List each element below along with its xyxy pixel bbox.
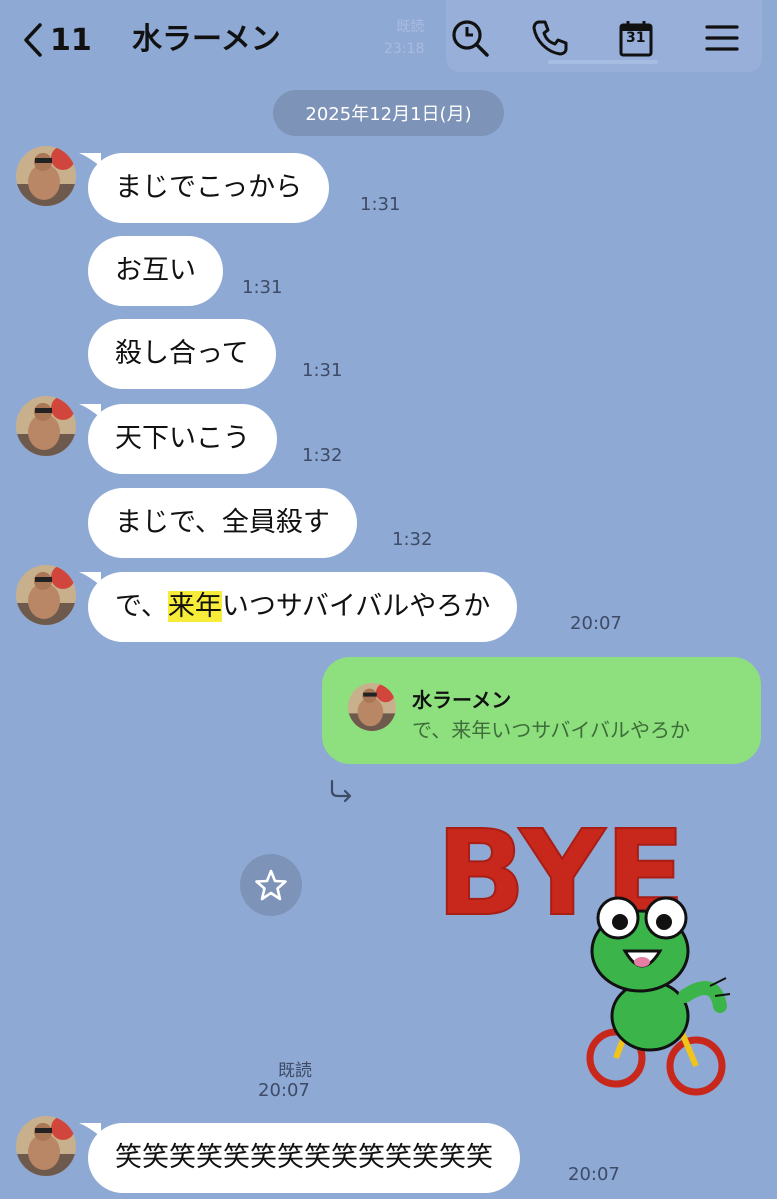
bubble-tail (79, 1123, 101, 1137)
phone-icon (532, 20, 568, 56)
reply-arrow-icon (330, 779, 352, 803)
message-bubble[interactable]: まじで、全員殺す (88, 488, 357, 558)
message-text: まじでこっから (115, 172, 303, 203)
message-text: お互い (115, 255, 196, 286)
avatar[interactable] (16, 565, 76, 625)
message-bubble[interactable]: まじでこっから (79, 153, 330, 223)
quoted-sender: 水ラーメン (412, 688, 512, 712)
star-icon (255, 869, 287, 901)
search-icon (452, 20, 489, 57)
unread-count: 11 (50, 22, 92, 58)
avatar-photo (16, 565, 76, 625)
chevron-left-icon (24, 23, 42, 57)
avatar[interactable] (16, 396, 76, 456)
avatar-photo (348, 683, 396, 731)
message-text: まじで、全員殺す (115, 507, 330, 538)
bubble-tail (79, 572, 101, 586)
calendar-day: 31 (626, 30, 646, 46)
message-time: 1:32 (302, 445, 343, 466)
call-button[interactable] (528, 16, 572, 60)
ghost-read-receipt: 既読 23:18 (384, 16, 424, 60)
message-time: 20:07 (258, 1080, 310, 1101)
message-text: 天下いこう (115, 423, 250, 454)
search-highlight: 来年 (167, 591, 222, 622)
message-time: 1:31 (242, 277, 283, 298)
ghost-divider (548, 60, 658, 64)
message-bubble[interactable]: 天下いこう (79, 404, 277, 474)
message-time: 1:31 (360, 194, 401, 215)
avatar-photo (16, 146, 76, 206)
avatar[interactable] (16, 1116, 76, 1176)
hamburger-menu-icon (705, 25, 739, 51)
message-time: 20:07 (568, 1164, 620, 1185)
message-bubble[interactable]: お互い (88, 236, 223, 306)
date-divider: 2025年12月1日(月) (273, 90, 504, 136)
read-receipt: 既読 (278, 1061, 312, 1081)
bubble-tail (79, 153, 101, 167)
message-text: 殺し合って (115, 338, 249, 369)
message-time: 20:07 (570, 613, 622, 634)
bubble-tail (79, 404, 101, 418)
message-time: 1:32 (392, 529, 433, 550)
avatar[interactable] (16, 146, 76, 206)
ghost-time-label: 23:18 (384, 41, 425, 57)
bye-frog-sticker[interactable]: BYE (430, 796, 760, 1096)
message-bubble[interactable]: 笑笑笑笑笑笑笑笑笑笑笑笑笑笑 (79, 1123, 520, 1193)
ghost-read-label: 既読 (396, 19, 425, 35)
message-bubble[interactable]: で、来年いつサバイバルやろか (79, 572, 518, 642)
quoted-text: で、来年いつサバイバルやろか (412, 718, 690, 742)
message-text: いつサバイバルやろか (221, 591, 491, 622)
favorite-sticker-button[interactable] (240, 854, 302, 916)
avatar-photo (16, 396, 76, 456)
menu-button[interactable] (700, 16, 744, 60)
message-time: 1:31 (302, 360, 343, 381)
reply-avatar (348, 683, 396, 731)
back-button[interactable]: 11 (22, 18, 92, 62)
search-button[interactable] (448, 16, 492, 60)
message-text: で、 (115, 591, 168, 622)
avatar-photo (16, 1116, 76, 1176)
message-text: 笑笑笑笑笑笑笑笑笑笑笑笑笑笑 (115, 1142, 493, 1173)
calendar-button[interactable]: 31 (614, 16, 658, 60)
sticker-image: BYE (435, 803, 731, 1096)
message-bubble[interactable]: 殺し合って (88, 319, 276, 389)
chat-title: 水ラーメン (132, 22, 281, 57)
